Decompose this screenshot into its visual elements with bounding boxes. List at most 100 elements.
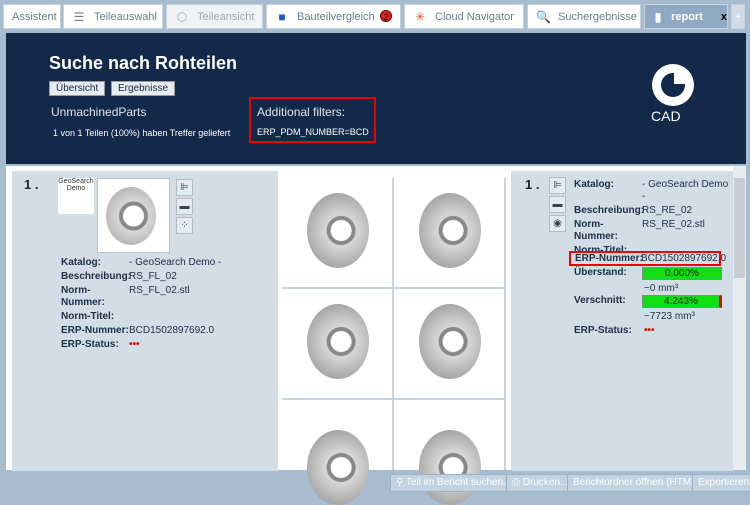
prop-value: - GeoSearch Demo - bbox=[642, 179, 729, 202]
prop-value: BCD1502897692.0 bbox=[641, 253, 727, 264]
button-label: Drucken... bbox=[522, 477, 569, 488]
rank: 1 . bbox=[525, 177, 540, 192]
filter-value: ERP_PDM_NUMBER=BCD bbox=[257, 127, 369, 137]
result-views-grid bbox=[282, 178, 506, 505]
view-image[interactable] bbox=[282, 289, 392, 398]
tab-cloud-navigator[interactable]: ✳ Cloud Navigator bbox=[404, 4, 524, 29]
part-properties: Katalog: - GeoSearch Demo - Beschreibung:… bbox=[574, 179, 734, 257]
find-part-button[interactable]: ⚲ Teil im Bericht suchen... bbox=[390, 474, 518, 492]
results-button[interactable]: Ergebnisse bbox=[111, 81, 176, 96]
tree-icon[interactable]: ⊫ bbox=[176, 179, 193, 196]
tree-icon[interactable]: ⊫ bbox=[549, 177, 566, 194]
ueberstand-volume: ~0 mm³ bbox=[644, 283, 679, 294]
prop-value bbox=[129, 311, 271, 323]
part-image bbox=[106, 187, 156, 245]
part-image bbox=[419, 304, 481, 379]
open-report-folder-button[interactable]: Berichtordner öffnen (HTML) bbox=[567, 474, 707, 492]
prop-label: Beschreibung: bbox=[61, 271, 132, 282]
catalog-name: UnmachinedParts bbox=[51, 105, 147, 119]
erp-status-indicator: ••• bbox=[644, 325, 655, 336]
tab-teileansicht[interactable]: ⬡ Teileansicht bbox=[166, 4, 263, 29]
prop-label: Überstand: bbox=[574, 267, 627, 278]
verschnitt-bar: 4.243% bbox=[642, 295, 722, 308]
tab-label: Cloud Navigator bbox=[435, 10, 514, 23]
close-tab-icon[interactable]: x bbox=[721, 11, 727, 23]
tab-label: Bauteilvergleich bbox=[297, 10, 375, 23]
erp-number-highlight: ERP-Nummer: BCD1502897692.0 bbox=[569, 251, 726, 266]
part-preview[interactable] bbox=[97, 178, 170, 253]
count-badge: 2 bbox=[380, 10, 392, 22]
screw-icon[interactable]: ▬ bbox=[176, 198, 193, 215]
tab-label: Teileauswahl bbox=[94, 10, 157, 23]
printer-icon: ⎙ bbox=[512, 477, 523, 488]
tab-bauteilvergleich[interactable]: ■ Bauteilvergleich 2 bbox=[266, 4, 401, 29]
vertical-scrollbar[interactable] bbox=[733, 166, 746, 470]
part-image bbox=[307, 193, 369, 268]
tab-teileauswahl[interactable]: ☰ Teileauswahl bbox=[63, 4, 163, 29]
view-image[interactable] bbox=[394, 400, 504, 505]
result-part-panel: 1 . ⊫ ▬ ◉ Katalog: - GeoSearch Demo - Bes… bbox=[511, 171, 733, 471]
cube-icon[interactable]: ◉ bbox=[549, 215, 566, 232]
search-icon: 🔍 bbox=[536, 9, 551, 24]
compare-icon: ■ bbox=[278, 9, 286, 24]
export-button[interactable]: Exportieren bbox=[692, 474, 750, 492]
prop-label: Norm-Nummer: bbox=[61, 285, 105, 308]
overview-button[interactable]: Übersicht bbox=[49, 81, 106, 96]
ueberstand-bar: 0.000% bbox=[642, 267, 722, 280]
prop-label: Norm-Nummer: bbox=[574, 219, 618, 242]
view-image[interactable] bbox=[282, 178, 392, 287]
catalog-thumb-label: GeoSearch Demo bbox=[58, 178, 94, 192]
network-icon: ✳ bbox=[414, 9, 426, 24]
additional-filters: Additional filters: ERP_PDM_NUMBER=BCD bbox=[249, 97, 376, 143]
prop-value: - GeoSearch Demo - bbox=[129, 257, 222, 268]
prop-label: Beschreibung: bbox=[574, 205, 645, 216]
tab-bar: Assistent ☰ Teileauswahl ⬡ Teileansicht ■ B… bbox=[0, 0, 750, 32]
prop-value: RS_FL_02 bbox=[129, 271, 177, 282]
button-label: Exportieren bbox=[698, 477, 750, 488]
prop-label: ERP-Status: bbox=[61, 339, 119, 350]
page-title: Suche nach Rohteilen bbox=[49, 53, 238, 73]
prop-value: RS_FL_02.stl bbox=[129, 285, 190, 296]
result-count: 1 von 1 Teilen (100%) haben Treffer geli… bbox=[53, 128, 231, 138]
part-image bbox=[419, 430, 481, 505]
cubes-icon: ⬡ bbox=[176, 9, 188, 24]
new-tab-button[interactable]: + bbox=[731, 4, 745, 29]
scrollbar-thumb[interactable] bbox=[734, 178, 745, 278]
prop-label: Katalog: bbox=[574, 179, 614, 190]
part-image bbox=[307, 304, 369, 379]
verschnitt-volume: ~7723 mm³ bbox=[644, 311, 695, 322]
catalog-thumbnail[interactable]: GeoSearch Demo bbox=[58, 178, 94, 214]
prop-value: RS_RE_02.stl bbox=[642, 219, 705, 230]
tab-label: Assistent bbox=[12, 10, 57, 23]
part-image bbox=[419, 193, 481, 268]
prop-label: ERP-Status: bbox=[574, 325, 632, 336]
prop-label: Verschnitt: bbox=[574, 295, 626, 306]
button-label: Berichtordner öffnen (HTML) bbox=[573, 477, 701, 488]
button-label: Teil im Bericht suchen... bbox=[405, 477, 512, 488]
print-button[interactable]: ⎙ Drucken... bbox=[506, 474, 575, 492]
chart-icon: ▮ bbox=[654, 9, 662, 24]
report-header: Suche nach Rohteilen Übersicht Ergebniss… bbox=[6, 33, 746, 164]
view-image[interactable] bbox=[394, 289, 504, 398]
prop-value: RS_RE_02 bbox=[642, 205, 693, 216]
tab-label: Teileansicht bbox=[197, 10, 255, 23]
prop-label: ERP-Nummer: bbox=[61, 325, 129, 336]
view-image[interactable] bbox=[282, 400, 392, 505]
svg-text:CAD: CAD bbox=[651, 108, 681, 124]
tab-assistent[interactable]: Assistent bbox=[3, 4, 61, 29]
prop-label: Norm-Titel: bbox=[61, 311, 115, 322]
tab-label: report bbox=[671, 10, 703, 23]
part-image bbox=[307, 430, 369, 505]
stack-icon: ☰ bbox=[73, 9, 85, 24]
rank: 1 . bbox=[24, 177, 39, 192]
variants-icon[interactable]: ⁘ bbox=[176, 217, 193, 234]
view-image[interactable] bbox=[394, 178, 504, 287]
results-area: 1 . GeoSearch Demo ⊫ ▬ ⁘ Katalog: - GeoSe… bbox=[6, 166, 733, 505]
tab-suchergebnisse[interactable]: 🔍 Suchergebnisse bbox=[527, 4, 641, 29]
screw-icon[interactable]: ▬ bbox=[549, 196, 566, 213]
search-part-panel: 1 . GeoSearch Demo ⊫ ▬ ⁘ Katalog: - GeoSe… bbox=[12, 171, 278, 471]
erp-status-indicator: ••• bbox=[129, 339, 140, 350]
cadenas-logo: CAD bbox=[648, 63, 698, 127]
tab-label: Suchergebnisse bbox=[558, 10, 637, 23]
tab-report[interactable]: ▮ report x bbox=[644, 4, 728, 29]
